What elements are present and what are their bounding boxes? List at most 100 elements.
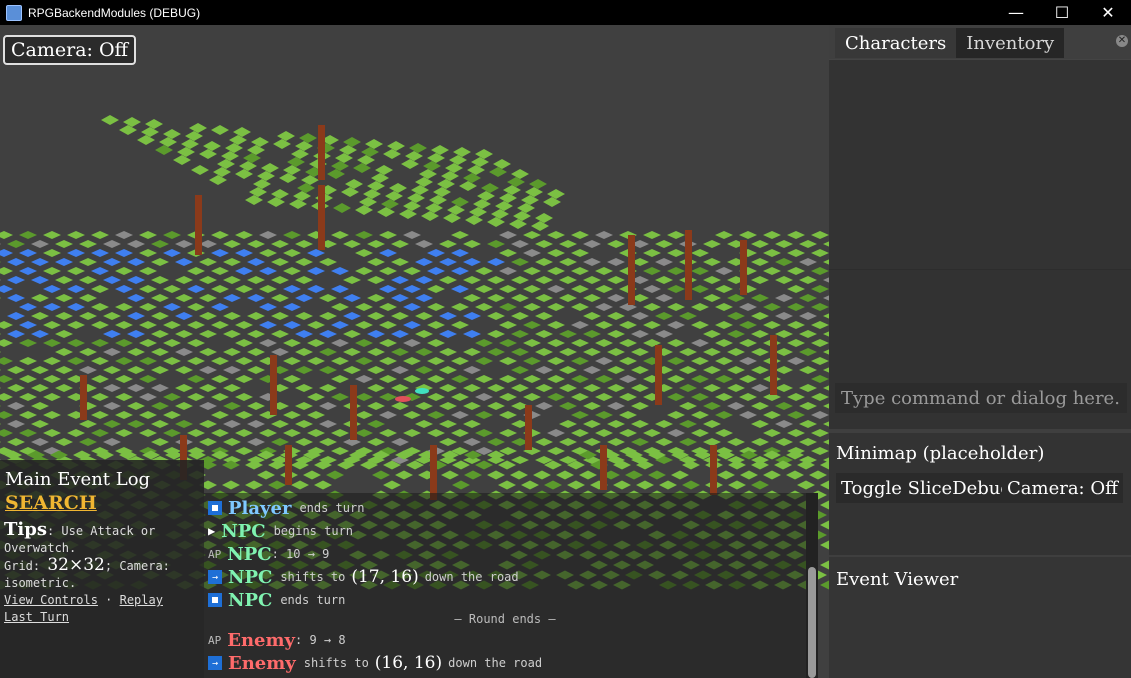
terrain-tile xyxy=(523,339,541,347)
terrain-tile xyxy=(820,540,829,550)
actor-name: NPC xyxy=(221,520,266,542)
event-log-scrollbar[interactable] xyxy=(806,493,818,678)
terrain-tile xyxy=(535,348,553,356)
terrain-tile xyxy=(655,258,673,266)
maximize-button[interactable]: ☐ xyxy=(1039,0,1085,25)
terrain-tile xyxy=(319,384,337,392)
tab-inventory[interactable]: Inventory xyxy=(956,28,1065,58)
terrain-tile xyxy=(655,420,673,428)
terrain-tile xyxy=(0,339,13,347)
terrain-tile xyxy=(0,321,13,329)
terrain-tile xyxy=(583,384,601,392)
terrain-tile xyxy=(271,330,289,338)
terrain-tile xyxy=(223,330,241,338)
terrain-tile xyxy=(751,276,769,284)
terrain-tile xyxy=(439,420,457,428)
terrain-tile xyxy=(787,303,805,311)
terrain-tile xyxy=(361,147,379,157)
terrain-tile xyxy=(499,393,517,401)
minimap-camera-button[interactable]: Camera: Off xyxy=(1002,473,1123,503)
terrain-tile xyxy=(739,303,757,311)
terrain-tile xyxy=(451,375,469,383)
terrain-tile xyxy=(787,249,805,257)
log-entry: NPC ends turn xyxy=(208,589,345,611)
terrain-tile xyxy=(0,393,13,401)
terrain-tile xyxy=(247,145,265,155)
terrain-tile xyxy=(367,294,385,302)
panel-close-icon[interactable]: ✕ xyxy=(1116,35,1128,47)
terrain-tile xyxy=(487,258,505,266)
terrain-tile xyxy=(751,294,769,302)
terrain-tile xyxy=(439,330,457,338)
search-link[interactable]: SEARCH xyxy=(5,492,97,514)
terrain-tile xyxy=(0,357,13,365)
terrain-tile xyxy=(403,321,421,329)
terrain-tile xyxy=(607,348,625,356)
terrain-tile xyxy=(19,231,37,239)
terrain-tile xyxy=(491,209,509,219)
camera-toggle-button[interactable]: Camera: Off xyxy=(3,35,137,65)
terrain-tile xyxy=(127,366,145,374)
terrain-tile xyxy=(499,429,517,437)
terrain-tile xyxy=(235,321,253,329)
terrain-tile xyxy=(703,402,721,410)
terrain-tile xyxy=(820,580,829,590)
terrain-tile xyxy=(247,276,265,284)
terrain-tile xyxy=(223,276,241,284)
terrain-tile xyxy=(139,249,157,257)
terrain-tile xyxy=(19,303,37,311)
actor-name: NPC xyxy=(228,566,273,588)
terrain-tile xyxy=(535,213,553,223)
terrain-tile xyxy=(259,429,277,437)
log-entry: AP Enemy: 9 → 8 xyxy=(208,629,346,651)
terrain-tile xyxy=(43,375,61,383)
close-button[interactable]: ✕ xyxy=(1085,0,1131,25)
terrain-tile xyxy=(267,197,285,207)
terrain-tile xyxy=(91,429,109,437)
terrain-tile xyxy=(19,357,37,365)
terrain-tile xyxy=(727,438,745,446)
terrain-tile xyxy=(547,375,565,383)
terrain-tile xyxy=(211,125,229,135)
window-title: RPGBackendModules (DEBUG) xyxy=(28,5,201,20)
terrain-tile xyxy=(427,267,445,275)
event-log-list[interactable]: Player ends turn ▶ NPC begins turn AP NPC: 10 … xyxy=(204,493,806,678)
log-entry: → NPC shifts to (17, 16) down the road xyxy=(208,566,519,588)
terrain-tile xyxy=(811,339,829,347)
terrain-tile xyxy=(523,249,541,257)
command-input[interactable] xyxy=(835,383,1127,413)
terrain-tile xyxy=(127,312,145,320)
terrain-tile xyxy=(507,177,525,187)
terrain-tile xyxy=(79,366,97,374)
terrain-tile xyxy=(787,267,805,275)
terrain-tile xyxy=(499,411,517,419)
terrain-tile xyxy=(139,411,157,419)
terrain-tile xyxy=(715,393,733,401)
terrain-tile xyxy=(379,375,397,383)
enemy-marker[interactable] xyxy=(395,396,411,402)
terrain-tile xyxy=(775,258,793,266)
terrain-tile xyxy=(655,330,673,338)
terrain-tile xyxy=(427,339,445,347)
terrain-tile xyxy=(703,276,721,284)
terrain-tile xyxy=(427,303,445,311)
terrain-tile xyxy=(0,279,1,281)
minimize-button[interactable]: — xyxy=(993,0,1039,25)
terrain-tile xyxy=(0,267,13,275)
toggle-slice-debug-button[interactable]: Toggle SliceDebug xyxy=(836,473,1017,503)
terrain-tile xyxy=(211,357,229,365)
event-viewer-section: Event Viewer xyxy=(829,557,1131,678)
tab-characters[interactable]: Characters xyxy=(835,28,957,58)
log-entry: AP NPC: 10 → 9 xyxy=(208,543,329,565)
terrain-tile xyxy=(139,231,157,239)
terrain-tile xyxy=(55,258,73,266)
terrain-tile xyxy=(0,231,13,239)
terrain-tile xyxy=(163,231,181,239)
view-controls-link[interactable]: View Controls xyxy=(4,593,98,607)
terrain-tile xyxy=(379,339,397,347)
npc-marker[interactable] xyxy=(415,388,429,394)
scrollbar-thumb[interactable] xyxy=(808,567,816,678)
terrain-tile xyxy=(103,330,121,338)
terrain-tile xyxy=(259,285,277,293)
terrain-tile xyxy=(151,384,169,392)
